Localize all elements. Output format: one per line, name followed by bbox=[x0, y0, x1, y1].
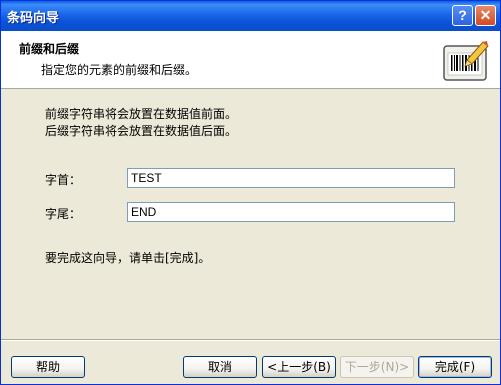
suffix-description: 后缀字符串将会放置在数据值后面。 bbox=[45, 124, 238, 138]
barcode-pencil-icon bbox=[443, 41, 489, 81]
cancel-button[interactable]: 取消 bbox=[183, 356, 257, 378]
wizard-window: 条码向导 ? ✕ 前缀和后缀 指定您的元素的前缀和后缀。 前缀字符串将会放置在数… bbox=[0, 0, 501, 385]
next-button[interactable]: 下一步(N)> bbox=[340, 356, 414, 378]
help-button[interactable]: 帮助 bbox=[11, 356, 85, 378]
suffix-input[interactable] bbox=[127, 202, 455, 222]
suffix-label: 字尾： bbox=[45, 207, 82, 221]
button-separator bbox=[1, 339, 500, 341]
page-title: 前缀和后缀 bbox=[19, 42, 80, 56]
prefix-input[interactable] bbox=[127, 168, 455, 188]
help-icon[interactable]: ? bbox=[452, 5, 473, 26]
title-bar[interactable]: 条码向导 ? ✕ bbox=[1, 1, 500, 31]
window-title: 条码向导 bbox=[7, 10, 60, 26]
close-icon[interactable]: ✕ bbox=[475, 5, 496, 26]
wizard-header: 前缀和后缀 指定您的元素的前缀和后缀。 bbox=[1, 31, 500, 89]
prefix-label: 字首： bbox=[45, 173, 82, 187]
finish-button[interactable]: 完成(F) bbox=[418, 356, 492, 378]
page-subtitle: 指定您的元素的前缀和后缀。 bbox=[41, 63, 198, 77]
finish-hint: 要完成这向导，请单击[完成]。 bbox=[45, 251, 211, 265]
prefix-description: 前缀字符串将会放置在数据值前面。 bbox=[45, 107, 238, 121]
back-button[interactable]: <上一步(B) bbox=[262, 356, 336, 378]
